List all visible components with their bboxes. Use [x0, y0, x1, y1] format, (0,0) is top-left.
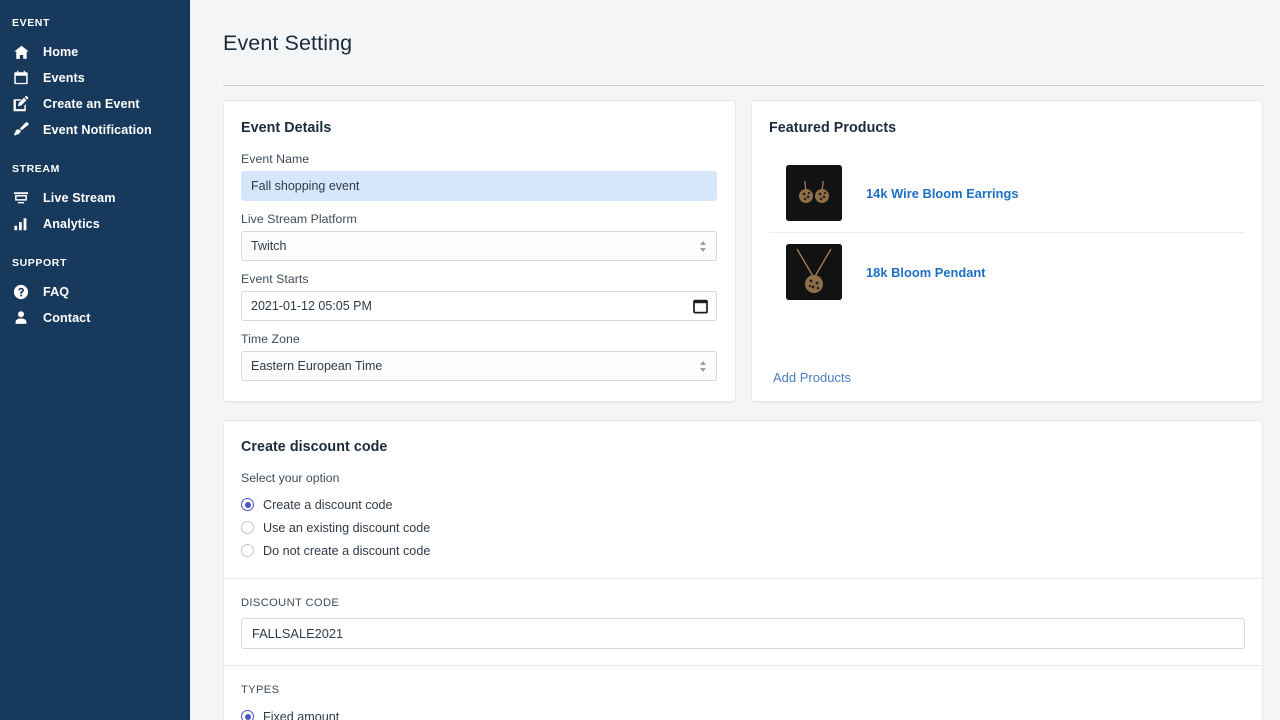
featured-products-card: Featured Products 14k Wire Bloom Earring… — [751, 100, 1263, 402]
radio-label: Do not create a discount code — [263, 543, 431, 558]
create-discount-code-title: Create discount code — [241, 439, 388, 455]
monitor-icon — [12, 189, 30, 207]
sidebar-section-title-support: SUPPORT — [12, 257, 67, 269]
add-products-link[interactable]: Add Products — [769, 356, 1244, 387]
event-details-card: Event Details Event Name Live Stream Pla… — [223, 100, 736, 402]
sidebar-item-label: FAQ — [43, 285, 70, 299]
sidebar-item-label: Events — [43, 71, 85, 85]
featured-products-list: 14k Wire Bloom Earrings 18k Bloom Pendan… — [769, 154, 1244, 311]
sidebar-item-contact[interactable]: Contact — [0, 305, 190, 331]
radio-do-not-create-a-discount-code[interactable]: Do not create a discount code — [241, 539, 1245, 562]
sidebar-section-stream: STREAM Live Stream Analytics — [0, 162, 190, 237]
radio-fixed-amount[interactable]: Fixed amount — [241, 705, 1245, 720]
sidebar-section-title-stream: STREAM — [12, 163, 60, 175]
calendar-icon — [12, 69, 30, 87]
event-name-label: Event Name — [241, 152, 310, 166]
discount-code-section: DISCOUNT CODE — [224, 579, 1262, 665]
sidebar-item-label: Event Notification — [43, 123, 152, 137]
sidebar-item-label: Live Stream — [43, 191, 116, 205]
discount-options-section: Create discount code Select your option … — [224, 421, 1262, 578]
event-starts-input[interactable] — [241, 291, 717, 321]
event-starts-field: Event Starts — [241, 272, 717, 321]
event-starts-label: Event Starts — [241, 272, 309, 286]
sidebar-section-support: SUPPORT FAQ Contact — [0, 256, 190, 331]
discount-row: Create discount code Select your option … — [190, 402, 1280, 720]
featured-products-title: Featured Products — [769, 120, 897, 136]
live-stream-platform-field: Live Stream Platform Twitch — [241, 212, 717, 261]
radio-indicator[interactable] — [241, 521, 254, 534]
main-content: Event Setting Event Details Event Name L… — [190, 0, 1280, 720]
app-root: EVENT Home Events Create an Event Event … — [0, 0, 1280, 720]
question-circle-icon — [12, 283, 30, 301]
sidebar-item-label: Create an Event — [43, 97, 140, 111]
radio-label: Create a discount code — [263, 497, 393, 512]
top-cards-row: Event Details Event Name Live Stream Pla… — [190, 86, 1280, 402]
live-stream-platform-label: Live Stream Platform — [241, 212, 357, 226]
product-name-link[interactable]: 14k Wire Bloom Earrings — [866, 186, 1019, 201]
create-discount-code-card: Create discount code Select your option … — [223, 420, 1263, 720]
sidebar-item-create-an-event[interactable]: Create an Event — [0, 91, 190, 117]
radio-indicator[interactable] — [241, 710, 254, 720]
sidebar-item-label: Analytics — [43, 217, 100, 231]
discount-code-label: DISCOUNT CODE — [241, 597, 340, 609]
radio-use-an-existing-discount-code[interactable]: Use an existing discount code — [241, 516, 1245, 539]
sidebar-item-analytics[interactable]: Analytics — [0, 211, 190, 237]
sidebar-item-event-notification[interactable]: Event Notification — [0, 117, 190, 143]
time-zone-select[interactable]: Eastern European Time — [241, 351, 717, 381]
list-item[interactable]: 14k Wire Bloom Earrings — [769, 154, 1244, 232]
pendant-thumbnail — [786, 244, 842, 300]
sidebar-item-events[interactable]: Events — [0, 65, 190, 91]
earrings-thumbnail — [786, 165, 842, 221]
paintbrush-icon — [12, 121, 30, 139]
select-your-option-label: Select your option — [241, 471, 340, 485]
discount-code-input[interactable] — [241, 618, 1245, 649]
list-item[interactable]: 18k Bloom Pendant — [769, 232, 1244, 311]
radio-indicator[interactable] — [241, 544, 254, 557]
radio-label: Fixed amount — [263, 709, 340, 720]
sidebar-item-live-stream[interactable]: Live Stream — [0, 185, 190, 211]
product-name-link[interactable]: 18k Bloom Pendant — [866, 265, 986, 280]
types-section: TYPES Fixed amount — [224, 666, 1262, 720]
sidebar: EVENT Home Events Create an Event Event … — [0, 0, 190, 720]
sidebar-item-label: Contact — [43, 311, 91, 325]
page-title: Event Setting — [223, 31, 353, 55]
time-zone-label: Time Zone — [241, 332, 300, 346]
home-icon — [12, 43, 30, 61]
radio-create-a-discount-code[interactable]: Create a discount code — [241, 493, 1245, 516]
sidebar-item-home[interactable]: Home — [0, 39, 190, 65]
person-icon — [12, 309, 30, 327]
event-name-field: Event Name — [241, 152, 717, 201]
sidebar-item-label: Home — [43, 45, 79, 59]
radio-indicator[interactable] — [241, 498, 254, 511]
sidebar-section-event: EVENT Home Events Create an Event Event … — [0, 0, 190, 143]
time-zone-field: Time Zone Eastern European Time — [241, 332, 717, 381]
event-details-title: Event Details — [241, 120, 332, 136]
radio-label: Use an existing discount code — [263, 520, 431, 535]
bar-chart-icon — [12, 215, 30, 233]
live-stream-platform-select[interactable]: Twitch — [241, 231, 717, 261]
sidebar-item-faq[interactable]: FAQ — [0, 279, 190, 305]
event-name-input[interactable] — [241, 171, 717, 201]
types-label: TYPES — [241, 684, 280, 696]
sidebar-section-title-event: EVENT — [12, 17, 51, 29]
edit-square-icon — [12, 95, 30, 113]
